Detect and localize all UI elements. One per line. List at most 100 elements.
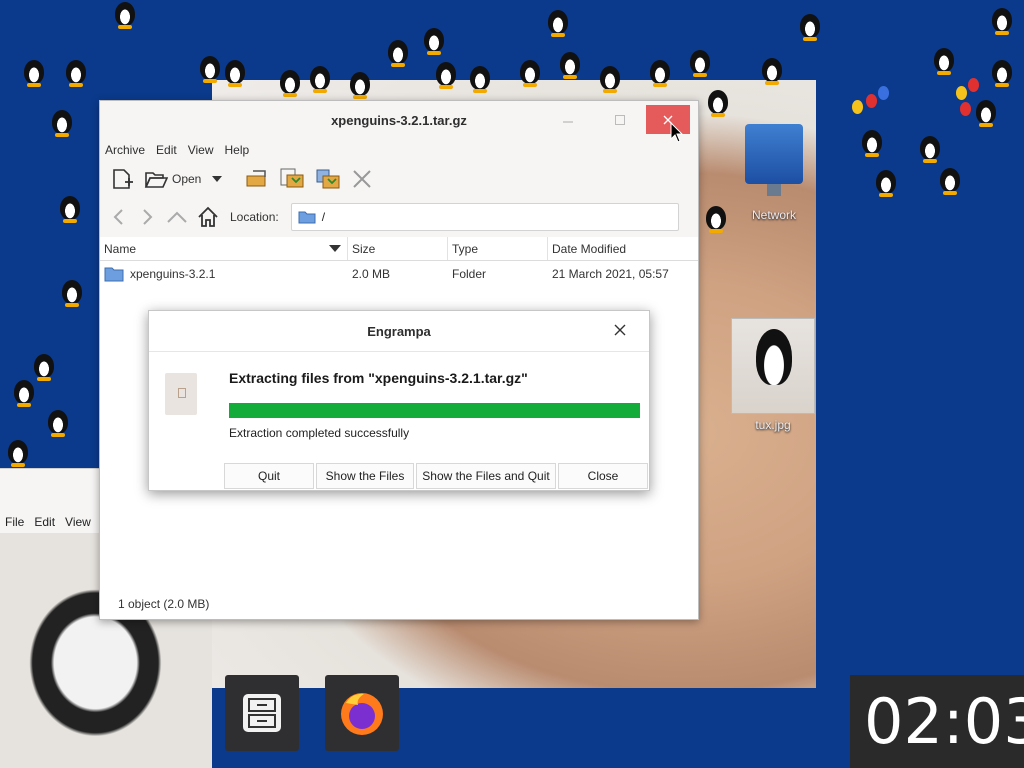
dock-file-manager-button[interactable] — [225, 675, 299, 751]
file-name-cell: xpenguins-3.2.1 — [100, 261, 348, 287]
penguin-sprite — [115, 2, 135, 29]
firefox-icon — [341, 693, 383, 735]
quit-button[interactable]: Quit — [224, 463, 314, 489]
file-row[interactable]: xpenguins-3.2.1 2.0 MB Folder 21 March 2… — [100, 261, 698, 287]
arrow-right-icon — [143, 209, 153, 225]
file-size: 2.0 MB — [352, 267, 391, 281]
penguin-sprite — [24, 60, 44, 87]
dialog-title: Engrampa — [367, 323, 431, 339]
penguin-sprite — [800, 14, 820, 41]
penguin-sprite — [520, 60, 540, 87]
arrow-left-icon — [113, 209, 123, 225]
penguin-sprite — [976, 100, 996, 127]
menu-archive[interactable]: Archive — [105, 143, 156, 157]
penguin-sprite — [48, 410, 68, 437]
network-icon — [743, 124, 805, 204]
stop-icon — [353, 170, 372, 188]
location-bar: Location: / — [100, 197, 698, 237]
stop-button[interactable] — [349, 165, 375, 193]
extraction-dialog: Engrampa Extracting files from "xpenguin… — [148, 310, 650, 491]
balloon — [960, 102, 971, 116]
menu-view[interactable]: View — [188, 143, 225, 157]
desktop-icon-label: tux.jpg — [755, 418, 791, 432]
penguin-sprite — [66, 60, 86, 87]
open-dropdown-button[interactable] — [209, 165, 225, 193]
chevron-down-icon — [212, 176, 223, 182]
extract-button[interactable] — [243, 165, 271, 193]
penguin-sprite — [706, 206, 726, 233]
column-label: Name — [104, 241, 137, 256]
penguin-sprite — [762, 58, 782, 85]
menu-edit[interactable]: Edit — [156, 143, 188, 157]
desktop-icon-tux-jpg[interactable]: tux.jpg — [729, 318, 817, 432]
folder-open-icon — [144, 172, 168, 188]
penguin-sprite — [436, 62, 456, 89]
column-header-type[interactable]: Type — [448, 237, 548, 260]
penguin-sprite — [876, 170, 896, 197]
open-button[interactable]: Open — [142, 165, 203, 193]
penguin-sprite — [350, 72, 370, 99]
folder-icon — [104, 267, 124, 282]
penguin-sprite — [600, 66, 620, 93]
location-value: / — [321, 210, 326, 224]
penguin-sprite — [650, 60, 670, 87]
minimize-button[interactable] — [546, 105, 590, 134]
penguin-sprite — [8, 440, 28, 467]
column-label: Date Modified — [552, 241, 627, 256]
forward-button[interactable] — [136, 206, 158, 228]
penguin-sprite — [280, 70, 300, 97]
penguin-sprite — [862, 130, 882, 157]
show-files-button[interactable]: Show the Files — [316, 463, 414, 489]
location-field[interactable]: / — [290, 203, 679, 231]
penguin-sprite — [62, 280, 82, 307]
penguin-sprite — [388, 40, 408, 67]
penguin-sprite — [225, 60, 245, 87]
dialog-close-button[interactable] — [613, 322, 627, 340]
folder-icon — [298, 211, 316, 224]
penguin-sprite — [310, 66, 330, 93]
desktop-icon-network[interactable]: Network — [742, 124, 806, 222]
new-archive-icon — [113, 169, 133, 189]
column-header-name[interactable]: Name — [100, 237, 348, 260]
arrow-up-icon — [167, 211, 187, 223]
titlebar[interactable]: xpenguins-3.2.1.tar.gz — [100, 101, 698, 139]
clock: 02:03 — [850, 675, 1024, 768]
close-button[interactable]: Close — [558, 463, 648, 489]
home-button[interactable] — [196, 205, 220, 229]
archive-file-icon — [165, 373, 197, 415]
dialog-heading: Extracting files from "xpenguins-3.2.1.t… — [229, 370, 528, 386]
penguin-sprite — [992, 8, 1012, 35]
extract-icon — [246, 170, 267, 187]
status-text: 1 object (2.0 MB) — [118, 597, 210, 611]
show-files-and-quit-button[interactable]: Show the Files and Quit — [416, 463, 556, 489]
balloon — [956, 86, 967, 100]
column-label: Type — [452, 241, 479, 256]
column-header-size[interactable]: Size — [348, 237, 448, 260]
menu-edit[interactable]: Edit — [34, 515, 55, 529]
menu-help[interactable]: Help — [225, 143, 261, 157]
dialog-status: Extraction completed successfully — [229, 426, 410, 440]
add-files-button[interactable] — [277, 165, 307, 193]
file-cabinet-icon — [243, 694, 281, 732]
maximize-button[interactable] — [598, 105, 642, 134]
menu-view[interactable]: View — [65, 515, 91, 529]
sort-down-icon — [329, 244, 341, 252]
up-button[interactable] — [164, 206, 190, 228]
back-button[interactable] — [108, 206, 130, 228]
menu-file[interactable]: File — [5, 515, 24, 529]
penguin-sprite — [424, 28, 444, 55]
statusbar: 1 object (2.0 MB) — [100, 589, 698, 619]
add-folder-button[interactable] — [313, 165, 343, 193]
column-header-date-modified[interactable]: Date Modified — [548, 237, 698, 260]
dialog-titlebar[interactable]: Engrampa — [149, 311, 649, 352]
window-title: xpenguins-3.2.1.tar.gz — [331, 112, 467, 128]
penguin-sprite — [560, 52, 580, 79]
location-label: Location: — [230, 210, 279, 224]
penguin-sprite — [940, 168, 960, 195]
dock-firefox-button[interactable] — [325, 675, 399, 751]
dialog-button-row: Quit Show the Files Show the Files and Q… — [224, 463, 648, 489]
new-archive-button[interactable] — [108, 165, 136, 193]
close-icon — [614, 324, 626, 336]
file-name: xpenguins-3.2.1 — [130, 267, 216, 281]
home-icon — [198, 206, 218, 227]
